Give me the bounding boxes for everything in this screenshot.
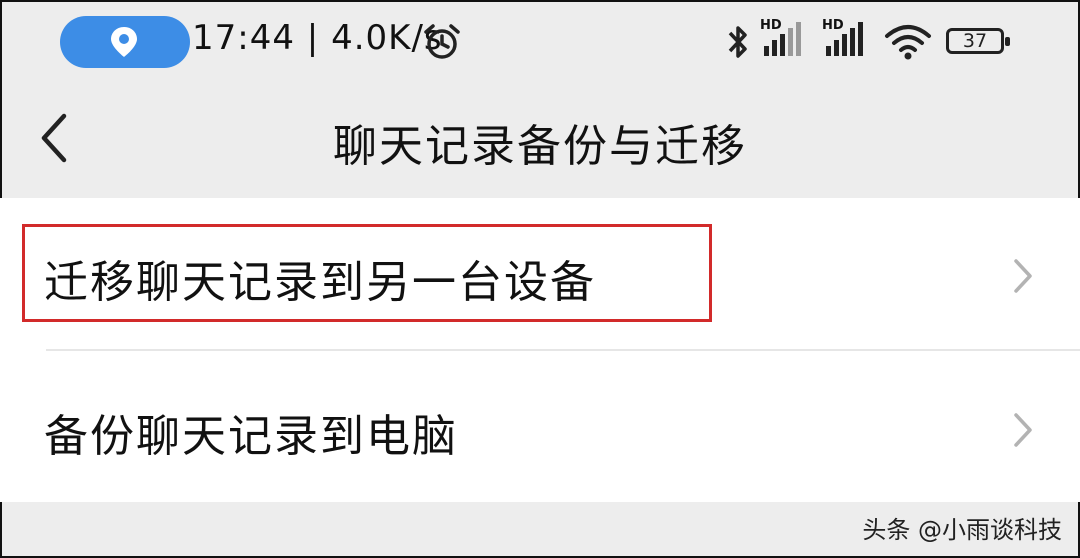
wifi-icon [885,25,931,60]
page-title: 聊天记录备份与迁移 [333,121,747,172]
cellular-signal-2: HD [822,18,868,62]
hd-label: HD [822,18,844,33]
chevron-right-icon [1014,413,1032,447]
status-bar: 17:44 | 4.0K/s HD HD 37 [0,0,1080,84]
settings-list: 迁移聊天记录到另一台设备 备份聊天记录到电脑 [0,198,1080,502]
chevron-right-icon [1014,259,1032,293]
list-item-migrate-to-device[interactable]: 迁移聊天记录到另一台设备 [0,198,1080,351]
list-item-label: 备份聊天记录到电脑 [44,411,458,462]
location-indicator[interactable] [60,16,190,68]
status-time-speed: 17:44 | 4.0K/s [192,18,443,58]
battery-level: 37 [962,30,988,52]
status-separator: | [306,18,320,58]
location-pin-icon [111,27,137,57]
divider [46,349,1080,351]
list-item-backup-to-computer[interactable]: 备份聊天记录到电脑 [0,352,1080,502]
status-time: 17:44 [192,18,295,58]
cellular-signal-1: HD [760,18,806,62]
alarm-icon [424,24,460,59]
battery-icon: 37 [946,28,1010,54]
navigation-bar: 聊天记录备份与迁移 [0,84,1080,196]
hd-label: HD [760,18,782,33]
bluetooth-icon [728,26,747,58]
list-item-label: 迁移聊天记录到另一台设备 [44,257,596,308]
watermark: 头条 @小雨谈科技 [862,516,1062,544]
